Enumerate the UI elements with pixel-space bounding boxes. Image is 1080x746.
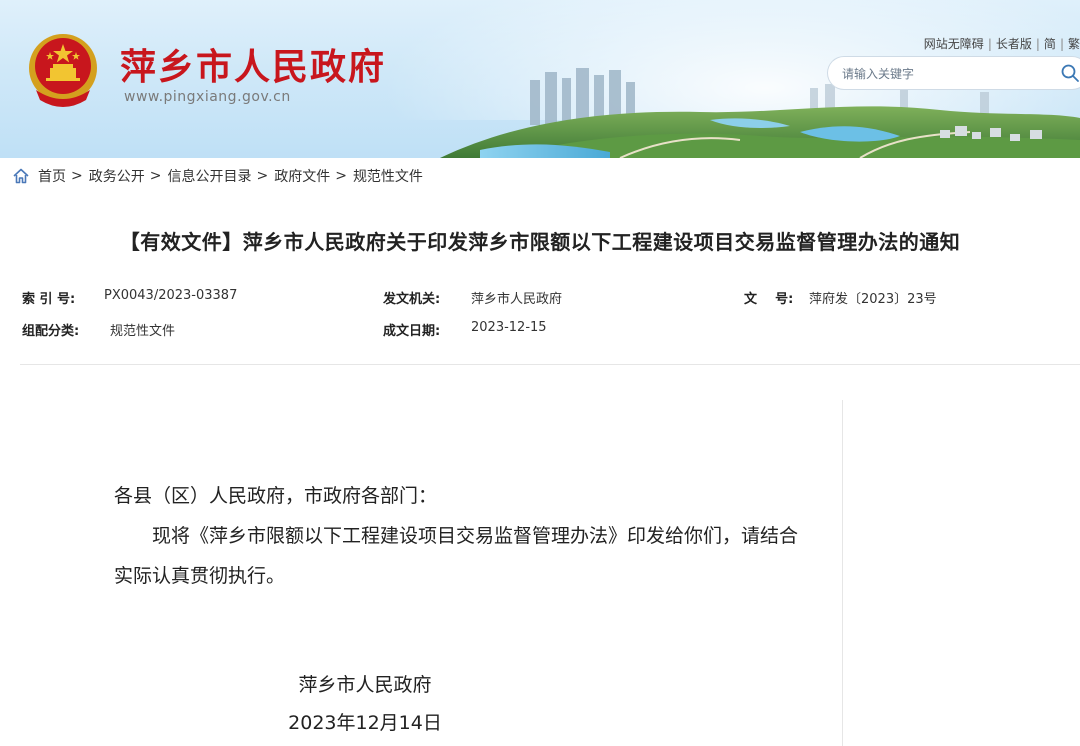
salutation: 各县（区）人民政府，市政府各部门： <box>114 485 438 507</box>
site-url: www.pingxiang.gov.cn <box>124 89 291 105</box>
document-number-label: 文 号: <box>744 292 794 307</box>
document-number-value: 萍府发〔2023〕23号 <box>809 292 937 307</box>
breadcrumb-separator: > <box>335 168 347 184</box>
body-paragraph: 现将《萍乡市限额以下工程建设项目交易监督管理办法》印发给你们，请结合实际认真贯彻… <box>114 525 799 587</box>
content-vertical-divider <box>842 400 843 746</box>
search-box[interactable] <box>828 57 1080 89</box>
date-value: 2023-12-15 <box>471 320 547 335</box>
document-title: 【有效文件】萍乡市人民政府关于印发萍乡市限额以下工程建设项目交易监督管理办法的通… <box>119 230 961 254</box>
issuer-label: 发文机关: <box>383 292 441 307</box>
index-number-label: 索 引 号: <box>22 292 76 307</box>
link-separator: | <box>1035 37 1040 51</box>
issuer-value: 萍乡市人民政府 <box>471 292 563 307</box>
signature: 萍乡市人民政府 <box>298 674 432 696</box>
breadcrumb-separator: > <box>71 168 83 184</box>
meta-row: 索 引 号: PX0043/2023-03387 发文机关: 萍乡市人民政府 文… <box>22 288 1080 320</box>
date-label: 成文日期: <box>383 324 441 339</box>
index-number-value: PX0043/2023-03387 <box>104 288 238 303</box>
document-meta: 索 引 号: PX0043/2023-03387 发文机关: 萍乡市人民政府 文… <box>22 288 1080 352</box>
category-value: 规范性文件 <box>110 324 176 339</box>
top-links: 网站无障碍 | 长者版 | 简 | 繁 <box>924 35 1080 52</box>
breadcrumb-government-documents[interactable]: 政府文件 <box>274 166 330 186</box>
breadcrumb-info-catalog[interactable]: 信息公开目录 <box>167 166 251 186</box>
national-emblem-icon <box>29 34 97 107</box>
breadcrumb-separator: > <box>256 168 269 184</box>
home-icon[interactable] <box>12 167 30 185</box>
breadcrumb-government-affairs[interactable]: 政务公开 <box>89 166 145 186</box>
document-body: 各县（区）人民政府，市政府各部门： 现将《萍乡市限额以下工程建设项目交易监督管理… <box>114 476 814 596</box>
breadcrumb-normative-documents[interactable]: 规范性文件 <box>353 166 423 186</box>
traditional-chinese-link[interactable]: 繁 <box>1068 37 1080 51</box>
simplified-chinese-link[interactable]: 简 <box>1044 37 1056 51</box>
breadcrumb-separator: > <box>149 168 162 184</box>
search-icon[interactable] <box>1060 63 1080 83</box>
site-title[interactable]: 萍乡市人民政府 <box>120 38 386 90</box>
accessibility-link[interactable]: 网站无障碍 <box>924 37 984 51</box>
link-separator: | <box>1059 37 1064 51</box>
search-input[interactable] <box>840 63 1044 85</box>
elderly-mode-link[interactable]: 长者版 <box>996 37 1032 51</box>
meta-row: 组配分类: 规范性文件 成文日期: 2023-12-15 <box>22 320 1080 352</box>
header-banner: 萍乡市人民政府 www.pingxiang.gov.cn 网站无障碍 | 长者版 | 简… <box>0 0 1080 158</box>
breadcrumb: 首页 > 政务公开 > 信息公开目录 > 政府文件 > 规范性文件 <box>12 166 423 186</box>
breadcrumb-home[interactable]: 首页 <box>38 166 66 186</box>
link-separator: | <box>987 37 992 51</box>
category-label: 组配分类: <box>22 324 80 339</box>
sign-date: 2023年12月14日 <box>288 712 442 734</box>
meta-divider <box>20 364 1080 365</box>
